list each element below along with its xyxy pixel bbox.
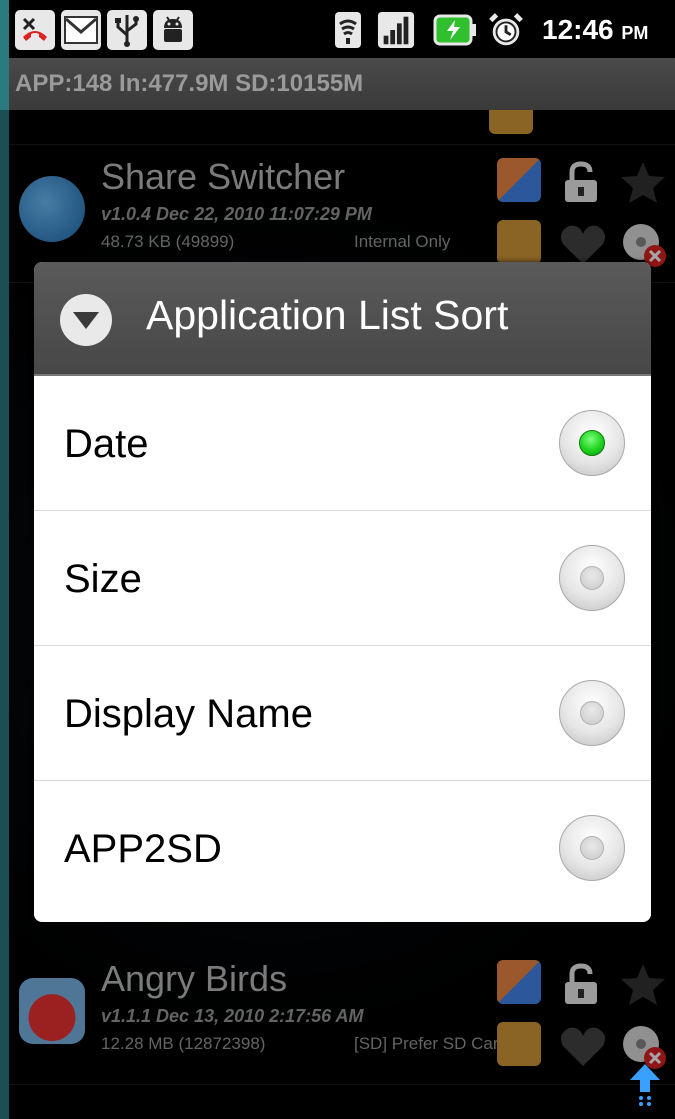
option-label: Display Name (64, 692, 313, 736)
battery-charging-icon (433, 10, 477, 50)
status-bar: 12:46 PM (9, 0, 675, 58)
radio-button[interactable] (559, 680, 625, 746)
dialog-title: Application List Sort (146, 292, 509, 338)
radio-button[interactable] (559, 545, 625, 611)
usb-icon (107, 10, 147, 50)
signal-icon (377, 10, 415, 50)
sort-option-size[interactable]: Size (34, 511, 651, 646)
option-label: Size (64, 557, 142, 601)
sort-option-date[interactable]: Date (34, 376, 651, 511)
clock-time: 12:46 (542, 14, 614, 45)
radio-button-selected[interactable] (559, 410, 625, 476)
storage-summary-text: APP:148 In:477.9M SD:10155M (15, 70, 364, 97)
sort-option-display-name[interactable]: Display Name (34, 646, 651, 781)
alarm-icon (487, 10, 525, 50)
sort-dialog: Application List Sort Date Size Display … (34, 262, 651, 922)
missed-call-icon (15, 10, 55, 50)
dropdown-circle-icon (60, 294, 112, 346)
scroll-up-arrow-icon[interactable] (628, 1062, 662, 1112)
storage-summary-bar: APP:148 In:477.9M SD:10155M (9, 58, 675, 110)
gmail-icon (61, 10, 101, 50)
radio-button[interactable] (559, 815, 625, 881)
clock: 12:46 PM (542, 14, 648, 46)
clock-ampm: PM (621, 23, 649, 43)
option-label: APP2SD (64, 827, 222, 871)
option-label: Date (64, 422, 149, 466)
sort-option-app2sd[interactable]: APP2SD (34, 781, 651, 916)
dialog-title-bar: Application List Sort (34, 262, 651, 376)
android-debug-icon (153, 10, 193, 50)
wifi-icon (329, 10, 367, 50)
